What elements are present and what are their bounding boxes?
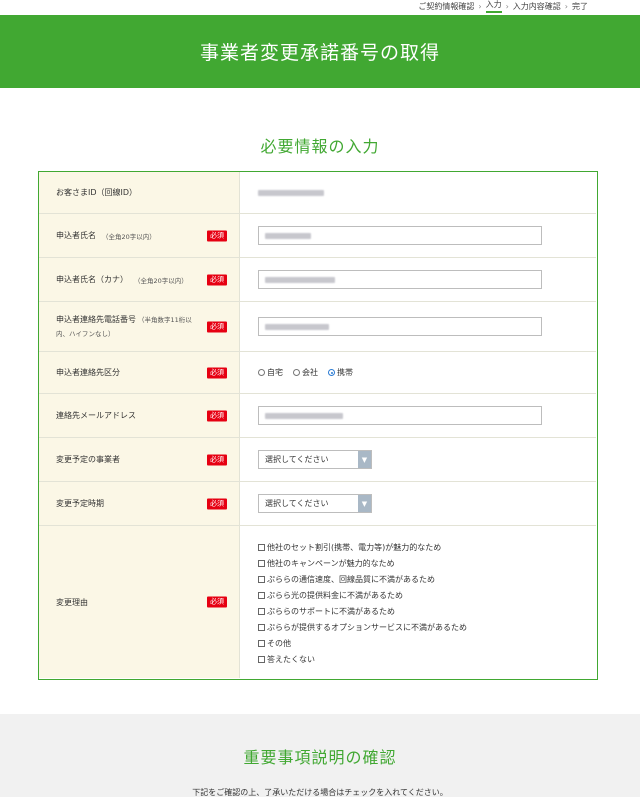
important-section: 重要事項説明の確認 下記をご確認の上、了承いただける場合はチェックを入れてくださ… — [0, 714, 640, 797]
label-timing: 変更予定時期 必須 — [39, 482, 240, 525]
customer-id-value — [240, 172, 596, 213]
page-title: 事業者変更承諾番号の取得 — [199, 42, 440, 64]
reason-checkbox-support[interactable]: ぷららのサポートに不満があるため — [258, 605, 467, 618]
kana-value — [240, 258, 596, 301]
reason-checkbox-campaign[interactable]: 他社のキャンペーンが魅力的なため — [258, 557, 467, 570]
required-badge: 必須 — [207, 596, 227, 608]
reason-checkbox-list: 他社のセット割引(携帯、電力等)が魅力的なため 他社のキャンペーンが魅力的なため… — [258, 539, 467, 666]
masked-text — [265, 232, 311, 239]
reason-checkbox-other[interactable]: その他 — [258, 637, 467, 650]
row-customer-id: お客さまID（回線ID） — [39, 172, 596, 214]
page-header: 事業者変更承諾番号の取得 — [0, 15, 640, 88]
label-phone: 申込者連絡先電話番号 （半角数字11桁以内、ハイフンなし） 必須 — [39, 302, 240, 351]
reason-checkbox-set-discount[interactable]: 他社のセット割引(携帯、電力等)が魅力的なため — [258, 541, 467, 554]
label-email: 連絡先メールアドレス 必須 — [39, 394, 240, 437]
breadcrumb: ご契約情報確認 › 入力 › 入力内容確認 › 完了 — [418, 0, 588, 13]
row-phone: 申込者連絡先電話番号 （半角数字11桁以内、ハイフンなし） 必須 — [39, 302, 596, 352]
input-form: お客さまID（回線ID） 申込者氏名 （全角20字以内） 必須 申込者氏名（カナ… — [38, 171, 598, 680]
breadcrumb-input-current: 入力 — [485, 0, 502, 13]
row-name: 申込者氏名 （全角20字以内） 必須 — [39, 214, 596, 258]
radio-office[interactable]: 会社 — [293, 367, 318, 378]
checkbox-icon — [258, 639, 265, 647]
name-value — [240, 214, 596, 257]
required-badge: 必須 — [207, 230, 227, 241]
chevron-right-icon: › — [564, 1, 568, 11]
masked-text — [265, 412, 343, 419]
radio-home[interactable]: 自宅 — [258, 367, 283, 378]
label-kana: 申込者氏名（カナ） （全角20字以内） 必須 — [39, 258, 240, 301]
phone-input[interactable] — [258, 317, 542, 336]
checkbox-icon — [258, 575, 265, 583]
radio-mobile[interactable]: 携帯 — [328, 367, 353, 378]
label-text: 申込者連絡先区分 — [56, 368, 120, 377]
label-text: 変更予定時期 — [56, 499, 104, 508]
label-text: 申込者氏名（カナ） — [56, 275, 128, 284]
label-text: 変更理由 — [56, 597, 88, 607]
label-hint: （全角20字以内） — [102, 232, 156, 241]
masked-text — [265, 323, 329, 330]
label-text: 申込者連絡先電話番号 — [56, 314, 136, 324]
reason-checkbox-speed[interactable]: ぷららの通信速度、回線品質に不満があるため — [258, 573, 467, 586]
masked-customer-id — [258, 189, 324, 196]
breadcrumb-complete: 完了 — [572, 1, 588, 11]
label-text: 申込者氏名 — [56, 231, 96, 240]
contact-type-value: 自宅 会社 携帯 — [240, 352, 596, 393]
label-text: お客さまID（回線ID） — [56, 188, 138, 197]
checkbox-icon — [258, 543, 265, 551]
important-section-note: 下記をご確認の上、了承いただける場合はチェックを入れてください。 — [192, 788, 448, 797]
timing-select[interactable]: 選択してください ▼ — [258, 494, 372, 513]
checkbox-icon — [258, 559, 265, 567]
label-reason: 変更理由 必須 — [39, 526, 240, 678]
label-contact-type: 申込者連絡先区分 必須 — [39, 352, 240, 393]
name-input[interactable] — [258, 226, 542, 245]
checkbox-icon — [258, 623, 265, 631]
required-badge: 必須 — [207, 410, 227, 421]
row-reason: 変更理由 必須 他社のセット割引(携帯、電力等)が魅力的なため 他社のキャンペー… — [39, 526, 596, 678]
chevron-right-icon: › — [478, 1, 482, 11]
breadcrumb-contract-info: ご契約情報確認 — [418, 1, 475, 11]
checkbox-icon — [258, 591, 265, 599]
row-timing: 変更予定時期 必須 選択してください ▼ — [39, 482, 596, 526]
chevron-down-icon: ▼ — [358, 451, 371, 468]
radio-circle-icon — [258, 369, 265, 376]
important-section-title: 重要事項説明の確認 — [243, 748, 397, 767]
required-badge: 必須 — [207, 321, 227, 332]
chevron-right-icon: › — [505, 1, 509, 11]
chevron-down-icon: ▼ — [358, 495, 371, 512]
email-value — [240, 394, 596, 437]
breadcrumb-confirm: 入力内容確認 — [512, 1, 561, 11]
label-customer-id: お客さまID（回線ID） — [39, 172, 240, 213]
required-badge: 必須 — [207, 274, 227, 285]
reason-checkbox-no-answer[interactable]: 答えたくない — [258, 653, 467, 666]
label-text: 変更予定の事業者 — [56, 455, 120, 464]
row-provider: 変更予定の事業者 必須 選択してください ▼ — [39, 438, 596, 482]
required-badge: 必須 — [207, 367, 227, 378]
radio-circle-icon — [293, 369, 300, 376]
email-input[interactable] — [258, 406, 542, 425]
phone-value — [240, 302, 596, 351]
contact-type-radio-group: 自宅 会社 携帯 — [258, 367, 353, 378]
label-hint: （全角20字以内） — [134, 276, 188, 285]
radio-selected-icon — [328, 369, 335, 376]
checkbox-icon — [258, 607, 265, 615]
masked-text — [265, 276, 335, 283]
checkbox-icon — [258, 655, 265, 663]
provider-value: 選択してください ▼ — [240, 438, 596, 481]
row-kana: 申込者氏名（カナ） （全角20字以内） 必須 — [39, 258, 596, 302]
label-provider: 変更予定の事業者 必須 — [39, 438, 240, 481]
row-email: 連絡先メールアドレス 必須 — [39, 394, 596, 438]
provider-select[interactable]: 選択してください ▼ — [258, 450, 372, 469]
required-badge: 必須 — [207, 454, 227, 465]
required-badge: 必須 — [207, 498, 227, 509]
reason-value: 他社のセット割引(携帯、電力等)が魅力的なため 他社のキャンペーンが魅力的なため… — [240, 526, 596, 678]
row-contact-type: 申込者連絡先区分 必須 自宅 会社 携帯 — [39, 352, 596, 394]
reason-checkbox-options[interactable]: ぷららが提供するオプションサービスに不満があるため — [258, 621, 467, 634]
timing-value: 選択してください ▼ — [240, 482, 596, 525]
label-text: 連絡先メールアドレス — [56, 411, 136, 420]
form-section-title: 必要情報の入力 — [260, 137, 380, 156]
reason-checkbox-price[interactable]: ぷらら光の提供料金に不満があるため — [258, 589, 467, 602]
kana-input[interactable] — [258, 270, 542, 289]
label-name: 申込者氏名 （全角20字以内） 必須 — [39, 214, 240, 257]
